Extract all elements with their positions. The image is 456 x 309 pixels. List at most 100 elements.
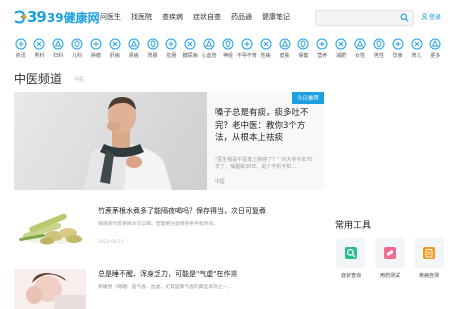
hero-image: [14, 92, 207, 190]
logo-mark: 39: [27, 8, 47, 26]
sugarcane-image: [14, 206, 86, 246]
category-label: 男性: [373, 53, 384, 59]
category-label: 育儿: [411, 53, 422, 59]
category-item[interactable]: 减肥: [333, 38, 350, 64]
search-icon[interactable]: [400, 13, 409, 22]
hero-title[interactable]: 嗓子总是有痰，痰多吐不完？老中医：教你3个方法，从根本上祛痰: [215, 107, 319, 145]
sleepy-woman-image: [14, 269, 86, 309]
category-label: 减肥: [336, 53, 347, 59]
category-item[interactable]: 心血管: [201, 38, 218, 64]
category-label: 胃肠: [147, 53, 158, 59]
parenting-icon: [411, 38, 423, 50]
category-label: 肿瘤: [90, 53, 101, 59]
category-item[interactable]: 妇科: [50, 38, 67, 64]
tumor-icon: [90, 38, 102, 50]
tool-symptom-search[interactable]: 症状查询: [335, 238, 367, 279]
article-description: 要睡觉（嗜睡）是气虚、血虚，尤其是脾气虚的典型表现之一。: [98, 285, 233, 290]
category-label: 性病: [260, 53, 271, 59]
article-description: 隔夜的竹蔗茅根水可以喝，但需要注意保存条件和时间。: [98, 222, 218, 227]
logo-icon: [14, 10, 27, 24]
tool-medicine-test[interactable]: 用药测试: [374, 238, 406, 279]
men-icon: [373, 38, 385, 50]
hero-tag: 今日推荐: [291, 92, 324, 104]
category-item[interactable]: 保健: [295, 38, 312, 64]
category-label: 肛肠: [166, 53, 177, 59]
tool-label: 用药测试: [379, 273, 400, 279]
search-box: [315, 10, 414, 32]
female-icon: [52, 38, 64, 50]
fertility-icon: [241, 38, 253, 50]
login-link[interactable]: 登录: [421, 12, 441, 21]
category-item[interactable]: 男科: [31, 38, 48, 64]
category-label: 糖尿病: [182, 53, 198, 59]
category-label: 肝病: [109, 53, 120, 59]
category-item[interactable]: 女性: [351, 38, 368, 64]
tool-disease-test[interactable]: 疾病自测: [413, 238, 445, 279]
hero-description: "医生我是不是患上肺癌了？" 刘大爷今年70岁了，抽烟就30年，是个不折不扣..…: [215, 157, 313, 170]
category-item[interactable]: 儿科: [69, 38, 86, 64]
hero-article[interactable]: 今日推荐 嗓子总是有痰，痰多吐不完？老中医：教你3个方法，从根本上祛痰 "医生我…: [14, 92, 324, 190]
tool-icon-box: [336, 238, 366, 268]
article-title[interactable]: 竹蔗茅根水煮多了能隔夜喝吗？保存得当，次日可复煮: [98, 206, 266, 216]
disease-test-icon: [423, 247, 435, 259]
stomach-icon: [147, 38, 159, 50]
category-label: 营养: [317, 53, 328, 59]
article-title[interactable]: 总是睡不醒、浑身乏力，可能是"气虚"在作祟: [98, 269, 237, 279]
hero-source: 中医: [215, 179, 226, 185]
category-item[interactable]: 胃肠: [144, 38, 161, 64]
category-item[interactable]: 不孕不育: [236, 38, 257, 64]
category-item[interactable]: 育儿: [408, 38, 425, 64]
category-label: 不孕不育: [236, 53, 257, 59]
nav-item-symptom-check[interactable]: 症状自查: [193, 12, 221, 22]
nav-item-drugs[interactable]: 药品通: [231, 12, 252, 22]
category-label: 神经: [222, 53, 233, 59]
weightloss-icon: [335, 38, 347, 50]
main-nav: 问医生 找医院 查疾病 症状自查 药品通 健康笔记: [100, 12, 290, 22]
category-label: 饮食: [392, 53, 403, 59]
category-label: 保健: [298, 53, 309, 59]
std-icon: [260, 38, 272, 50]
category-item[interactable]: 性病: [257, 38, 274, 64]
nav-item-find-hospital[interactable]: 找医院: [131, 12, 152, 22]
category-label: 男科: [34, 53, 45, 59]
category-item[interactable]: 肛肠: [163, 38, 180, 64]
site-logo[interactable]: 39 39健康网: [13, 8, 100, 26]
tool-label: 症状查询: [340, 273, 361, 279]
search-input[interactable]: [316, 18, 402, 32]
nutrition-icon: [316, 38, 328, 50]
article-item[interactable]: 竹蔗茅根水煮多了能隔夜喝吗？保存得当，次日可复煮 隔夜的竹蔗茅根水可以喝，但需要…: [14, 206, 324, 246]
intestine-icon: [165, 38, 177, 50]
child-icon: [71, 38, 83, 50]
liver-icon: [109, 38, 121, 50]
site-header: 39 39健康网 问医生 找医院 查疾病 症状自查 药品通 健康笔记 登录: [0, 0, 456, 36]
nav-item-disease[interactable]: 查疾病: [162, 12, 183, 22]
tools-panel: 症状查询 用药测试 疾病自测: [335, 238, 445, 279]
category-item[interactable]: 男性: [370, 38, 387, 64]
category-label: 皮肤: [279, 53, 290, 59]
category-item[interactable]: 皮肤: [276, 38, 293, 64]
category-item[interactable]: 肝病: [106, 38, 123, 64]
article-time: 2023-09-15: [98, 240, 125, 245]
diabetes-icon: [184, 38, 196, 50]
women-icon: [354, 38, 366, 50]
medicine-test-icon: [384, 247, 396, 259]
category-item[interactable]: 资讯: [12, 38, 29, 64]
health-icon: [297, 38, 309, 50]
nav-item-health-notes[interactable]: 健康笔记: [262, 12, 290, 22]
category-item[interactable]: 肿瘤: [87, 38, 104, 64]
category-item[interactable]: 糖尿病: [182, 38, 199, 64]
section-subtitle: 中医: [74, 77, 85, 83]
category-item[interactable]: 更多: [427, 38, 444, 64]
category-item[interactable]: 肾病: [125, 38, 142, 64]
news-icon: [15, 38, 26, 50]
food-icon: [392, 38, 404, 50]
article-item[interactable]: 总是睡不醒、浑身乏力，可能是"气虚"在作祟 要睡觉（嗜睡）是气虚、血虚，尤其是脾…: [14, 269, 324, 309]
category-label: 女性: [354, 53, 365, 59]
category-item[interactable]: 营养: [314, 38, 331, 64]
category-item[interactable]: 神经: [219, 38, 236, 64]
nav-item-ask-doctor[interactable]: 问医生: [100, 12, 121, 22]
category-item[interactable]: 饮食: [389, 38, 406, 64]
male-icon: [33, 38, 45, 50]
user-icon: [421, 13, 428, 20]
category-label: 儿科: [72, 53, 83, 59]
